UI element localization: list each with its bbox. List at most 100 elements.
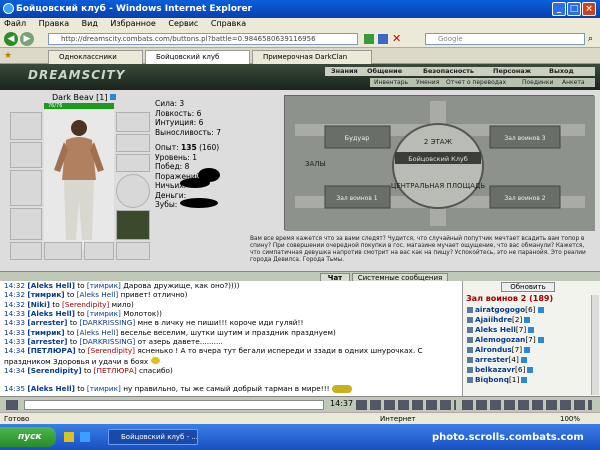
- tab-odnoklassniki[interactable]: Одноклассники: [48, 50, 143, 64]
- armor-slot[interactable]: [10, 208, 42, 240]
- quicklaunch-icon[interactable]: [64, 432, 74, 442]
- map-floor-label: 2 ЭТАЖ: [424, 138, 453, 146]
- nav-exit[interactable]: Выход: [549, 67, 574, 76]
- menu-tools[interactable]: Сервис: [168, 19, 198, 28]
- stop-icon[interactable]: ✕: [392, 33, 401, 44]
- map-club-label: Бойцовский Клуб: [408, 155, 468, 163]
- info-icon[interactable]: [110, 94, 117, 100]
- nav-knowledge[interactable]: Знания: [331, 67, 358, 76]
- nav-fights[interactable]: Поединки: [522, 78, 553, 87]
- map-square-label: ЦЕНТРАЛЬНАЯ ПЛОЩАДЬ: [391, 182, 486, 190]
- game-sub-nav: Инвентарь Умения Отчет о переводах Поеди…: [370, 78, 595, 87]
- character-level: [1]: [96, 93, 108, 102]
- minimize-icon[interactable]: _: [552, 2, 566, 16]
- url-input[interactable]: http://dreamscity.combats.com/buttons.pl…: [48, 33, 358, 45]
- chat-menu-icon[interactable]: [6, 400, 18, 410]
- stat-agility: Ловкость: 6: [155, 108, 202, 118]
- ie-logo-icon: [3, 3, 14, 14]
- menu-view[interactable]: Вид: [82, 19, 98, 28]
- game-banner: DREAMSCITY Знания Общение Безопасность П…: [0, 64, 600, 90]
- menu-favorites[interactable]: Избранное: [110, 19, 155, 28]
- search-icon[interactable]: ⌕: [588, 34, 593, 44]
- stat-money: Деньги:: [155, 190, 187, 200]
- boots-slot[interactable]: [116, 242, 150, 260]
- bracer-slot[interactable]: [10, 142, 42, 168]
- nav-skills[interactable]: Умения: [416, 78, 439, 87]
- ring-slot[interactable]: [116, 154, 150, 172]
- nav-profile[interactable]: Анкета: [562, 78, 585, 87]
- nav-communication[interactable]: Общение: [367, 67, 402, 76]
- character-portrait[interactable]: [44, 110, 114, 250]
- refresh-page-icon[interactable]: [378, 34, 388, 44]
- stat-draws: Ничьих:: [155, 181, 187, 190]
- nav-inventory[interactable]: Инвентарь: [374, 78, 408, 87]
- user-list-scrollbar[interactable]: [591, 295, 599, 395]
- map-hall2-label: Зал воинов 2: [504, 195, 545, 202]
- taskbar: пуск Бойцовский клуб - ... photo.scrolls…: [0, 424, 600, 450]
- taskbar-item[interactable]: Бойцовский клуб - ...: [108, 429, 198, 445]
- menu-edit[interactable]: Правка: [39, 19, 69, 28]
- status-bar: Готово Интернет 100%: [0, 412, 600, 424]
- pants-slot[interactable]: [116, 210, 150, 240]
- tab-combats[interactable]: Бойцовский клуб: [145, 50, 250, 64]
- user-row[interactable]: Alrondus[7]: [467, 345, 531, 354]
- redacted-mark: [180, 178, 210, 188]
- amulet-slot[interactable]: [116, 134, 150, 152]
- user-row[interactable]: airatgogogo[6]: [467, 305, 544, 314]
- map-boudoir-label: Будуар: [345, 134, 370, 142]
- chat-action-icons[interactable]: [462, 400, 592, 410]
- map-hall3-label: Зал воинов 3: [504, 135, 545, 142]
- stat-strength: Сила: 3: [155, 99, 185, 108]
- back-icon[interactable]: ◀: [4, 32, 18, 46]
- menu-help[interactable]: Справка: [211, 19, 246, 28]
- equipment-left: [10, 112, 42, 262]
- gloves-slot[interactable]: [44, 242, 82, 260]
- stat-experience: Опыт: 135 (160): [155, 143, 220, 152]
- quicklaunch-icon[interactable]: [80, 432, 90, 442]
- nav-security[interactable]: Безопасность: [423, 67, 474, 76]
- nav-character[interactable]: Персонаж: [493, 67, 531, 76]
- item-slots-row: [10, 242, 150, 262]
- chat-message-input[interactable]: [24, 400, 324, 410]
- weapon-slot[interactable]: [10, 170, 42, 206]
- belt-slot[interactable]: [10, 242, 42, 260]
- map-hall1-label: Зал воинов 1: [336, 195, 377, 202]
- chat-line: 14:34 [ПЕТЛЮРА] to [Serendipity] ясненьк…: [4, 346, 423, 356]
- room-panel: Обновить Зал воинов 2 (189) airatgogogo[…: [462, 281, 600, 396]
- favorites-star-icon[interactable]: ★: [4, 51, 12, 61]
- close-icon[interactable]: ×: [582, 2, 596, 16]
- nav-transfers[interactable]: Отчет о переводах: [446, 78, 506, 87]
- maximize-icon[interactable]: □: [567, 2, 581, 16]
- equipment-right: [116, 112, 150, 262]
- game-top-nav: Знания Общение Безопасность Персонаж Вых…: [325, 67, 595, 76]
- chat-line: 14:32 [Aleks Hell] to [тимрик] Дарова др…: [4, 281, 240, 290]
- user-row[interactable]: belkazavr[6]: [467, 365, 534, 374]
- emoticon-icon: [331, 385, 352, 393]
- go-icon[interactable]: [364, 34, 374, 44]
- start-button[interactable]: пуск: [0, 427, 56, 447]
- tab-darkclan[interactable]: Примерочная DarkClan: [252, 50, 372, 64]
- item-slot[interactable]: [84, 242, 114, 260]
- redacted-mark: [180, 198, 218, 208]
- search-input[interactable]: Google: [425, 33, 585, 45]
- shield-slot[interactable]: [116, 174, 150, 208]
- character-name[interactable]: Dark Beav [1]: [52, 93, 117, 102]
- forward-icon[interactable]: ▶: [20, 32, 34, 46]
- earring-slot[interactable]: [116, 112, 150, 132]
- chat-line: 14:33 [arrester] to [DARKRISSING] мне в …: [4, 318, 304, 328]
- character-stats: Сила: 3 Ловкость: 6 Интуиция: 6 Вынослив…: [155, 99, 280, 209]
- hp-bar: 76/76: [44, 103, 114, 109]
- city-notice: Вам все время кажется что за вами следят…: [250, 236, 586, 263]
- user-row[interactable]: Ajaiihdre[2]: [467, 315, 531, 324]
- refresh-button[interactable]: Обновить: [501, 282, 555, 292]
- menu-file[interactable]: Файл: [4, 19, 26, 28]
- character-name-text: Dark Beav: [52, 93, 94, 102]
- smiley-icon: [150, 357, 160, 364]
- user-row[interactable]: arrester[4]: [467, 355, 527, 364]
- helmet-slot[interactable]: [10, 112, 42, 140]
- stat-level: Уровень: 1: [155, 152, 197, 162]
- user-row[interactable]: Aleks Hell[7]: [467, 325, 535, 334]
- user-row[interactable]: Biqbonq[1]: [467, 375, 528, 384]
- chat-tool-icons[interactable]: [356, 400, 456, 410]
- user-row[interactable]: Alemogozan[7]: [467, 335, 544, 344]
